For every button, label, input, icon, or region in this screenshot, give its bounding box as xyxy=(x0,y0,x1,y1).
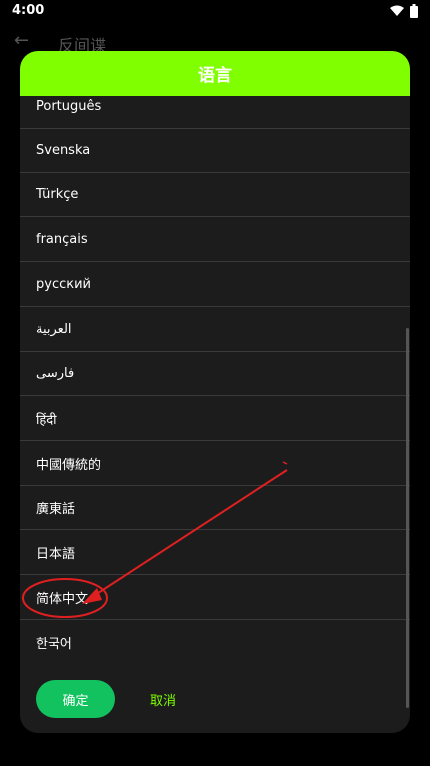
language-label: فارسی xyxy=(36,366,75,381)
status-time: 4:00 xyxy=(12,3,45,18)
language-item-japanese[interactable]: 日本語 xyxy=(20,531,410,575)
language-item-hindi[interactable]: हिंदी xyxy=(20,397,410,441)
status-icons xyxy=(390,4,418,18)
language-item-korean[interactable]: 한국어 xyxy=(20,620,410,664)
arrow-left-icon[interactable]: ← xyxy=(14,30,29,51)
language-item-persian[interactable]: فارسی xyxy=(20,352,410,396)
wifi-icon xyxy=(390,5,404,17)
status-bar: 4:00 xyxy=(0,0,430,24)
language-label: 한국어 xyxy=(36,636,72,652)
cancel-button-label: 取消 xyxy=(149,693,176,709)
cancel-button[interactable]: 取消 xyxy=(140,680,186,718)
language-item-cantonese[interactable]: 廣東話 xyxy=(20,486,410,530)
language-label: हिंदी xyxy=(36,412,57,428)
language-label: العربية xyxy=(36,322,72,337)
language-item-turkce[interactable]: Türkçe xyxy=(20,173,410,217)
language-item-francais[interactable]: français xyxy=(20,218,410,262)
language-label: 中國傳統的 xyxy=(36,458,102,473)
confirm-button[interactable]: 确定 xyxy=(36,680,115,718)
language-item-russian[interactable]: русский xyxy=(20,263,410,307)
language-label: 简体中文 xyxy=(36,592,89,607)
language-label: Svenska xyxy=(36,143,91,158)
language-item-simplified-chinese[interactable]: 简体中文 xyxy=(20,576,410,620)
battery-icon xyxy=(410,4,418,18)
language-label: Português xyxy=(36,99,102,114)
dialog-header: 语言 xyxy=(20,51,410,96)
language-list[interactable]: Português Svenska Türkçe français русски… xyxy=(20,96,410,716)
language-item-traditional-chinese[interactable]: 中國傳統的 xyxy=(20,442,410,486)
language-label: 日本語 xyxy=(36,547,76,562)
language-dialog: 语言 Português Svenska Türkçe français рус… xyxy=(20,51,410,733)
language-item-portugues[interactable]: Português xyxy=(20,96,410,129)
confirm-button-label: 确定 xyxy=(62,693,89,709)
language-label: français xyxy=(36,232,88,247)
language-item-arabic[interactable]: العربية xyxy=(20,308,410,352)
list-scrollbar[interactable] xyxy=(406,328,409,708)
language-item-svenska[interactable]: Svenska xyxy=(20,129,410,173)
dialog-title: 语言 xyxy=(198,66,232,86)
language-label: русский xyxy=(36,277,91,292)
language-label: Türkçe xyxy=(36,187,79,202)
language-label: 廣東話 xyxy=(36,502,76,517)
